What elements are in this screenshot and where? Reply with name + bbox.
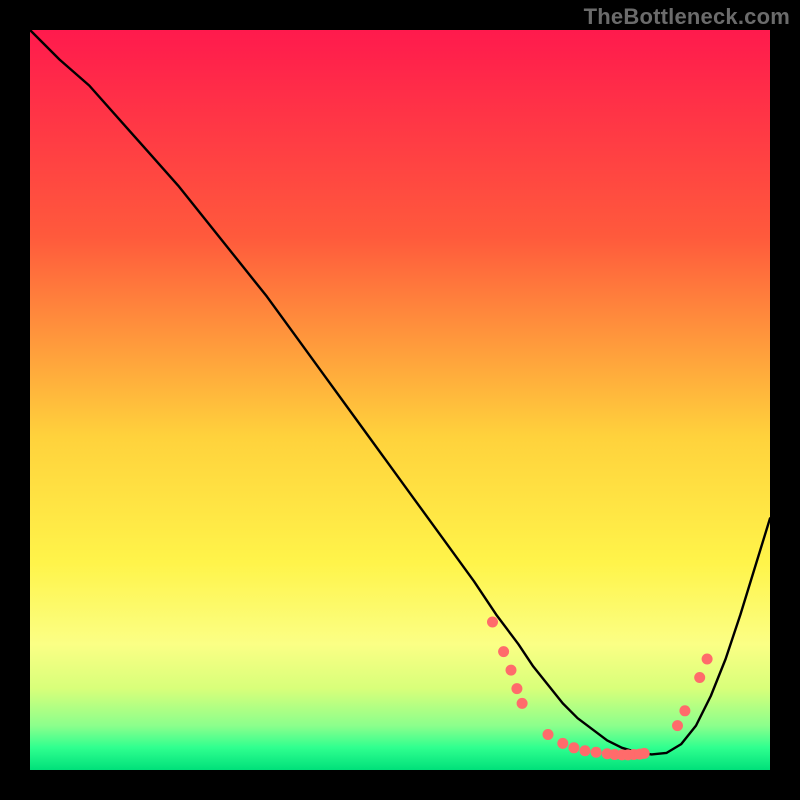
marker-point	[672, 720, 683, 731]
chart-svg	[30, 30, 770, 770]
marker-point	[580, 745, 591, 756]
marker-point	[694, 672, 705, 683]
bottleneck-curve	[30, 30, 770, 754]
marker-point	[557, 738, 568, 749]
marker-point	[591, 747, 602, 758]
chart-container: TheBottleneck.com	[0, 0, 800, 800]
marker-point	[639, 748, 650, 759]
marker-point	[568, 742, 579, 753]
watermark-text: TheBottleneck.com	[584, 4, 790, 30]
marker-point	[498, 646, 509, 657]
marker-point	[487, 617, 498, 628]
marker-point	[506, 665, 517, 676]
marker-point	[517, 698, 528, 709]
marker-point	[679, 705, 690, 716]
marker-point	[543, 729, 554, 740]
marker-point	[511, 683, 522, 694]
marker-point	[702, 654, 713, 665]
plot-area	[30, 30, 770, 770]
highlight-markers	[487, 617, 713, 761]
